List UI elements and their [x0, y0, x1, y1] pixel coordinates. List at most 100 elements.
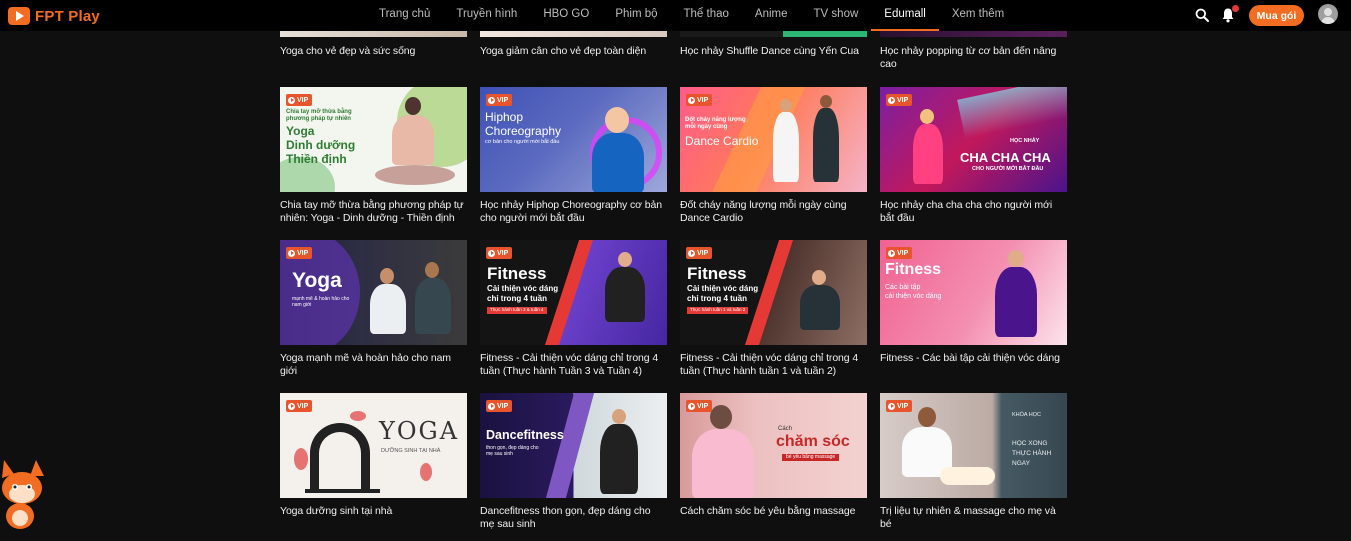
thumb-subtitle: HỌC NHẢY: [1010, 138, 1040, 144]
nav-item-xem-them[interactable]: Xem thêm: [939, 0, 1017, 31]
thumb-title: Fitness: [487, 264, 547, 283]
video-card[interactable]: Hiphop Choreography cơ bản cho người mới…: [480, 87, 667, 225]
video-title[interactable]: Yoga giảm cân cho vẻ đẹp toàn diện: [480, 45, 667, 58]
vip-badge: VIP: [686, 247, 713, 259]
nav-item-truyen-hinh[interactable]: Truyền hình: [443, 0, 530, 31]
thumb-subtitle: Chia tay mỡ thừa bằng phương pháp tự nhi…: [286, 109, 352, 122]
notification-dot: [1232, 5, 1239, 12]
video-thumbnail[interactable]: Chia tay mỡ thừa bằng phương pháp tự nhi…: [280, 87, 467, 192]
play-icon: [888, 249, 895, 257]
thumb-title: chăm sóc: [776, 433, 850, 450]
play-icon: [888, 402, 895, 410]
thumb-subtitle: CHO NGƯỜI MỚI BẮT ĐẦU: [972, 166, 1044, 172]
vip-badge: VIP: [286, 247, 313, 259]
video-title[interactable]: Học nhảy popping từ cơ bản đến nâng cao: [880, 45, 1067, 71]
video-title[interactable]: Yoga dưỡng sinh tại nhà: [280, 505, 467, 518]
thumb-title: Dancefitness: [486, 428, 564, 442]
video-card[interactable]: Fitness Cải thiện vóc dáng chỉ trong 4 t…: [480, 240, 667, 378]
thumb-title: YOGA: [379, 417, 460, 445]
thumb-subtitle: chỉ trong 4 tuần: [487, 294, 547, 303]
video-title[interactable]: Học nhảy cha cha cha cho người mới bắt đ…: [880, 199, 1067, 225]
main-nav: Trang chủ Truyền hình HBO GO Phim bộ Thể…: [366, 0, 1017, 31]
video-title[interactable]: Học nhảy Shuffle Dance cùng Yến Cua: [680, 45, 867, 58]
video-title[interactable]: Đốt cháy năng lượng mỗi ngày cùng Dance …: [680, 199, 867, 225]
video-card[interactable]: Fitness Các bài tập cải thiện vóc dáng V…: [880, 240, 1067, 365]
nav-item-edumall[interactable]: Edumall: [871, 0, 939, 31]
thumb-subtitle: mạnh mẽ & hoàn hảo cho nam giới: [292, 296, 350, 308]
video-card[interactable]: Dancefitness thon gọn, đẹp dáng cho mẹ s…: [480, 393, 667, 531]
play-icon: [488, 96, 495, 104]
nav-item-hbo-go[interactable]: HBO GO: [530, 0, 602, 31]
video-card[interactable]: KHÓA HỌC HỌC XONG THỰC HÀNH NGAY VIP Trị…: [880, 393, 1067, 531]
nav-item-tv-show[interactable]: TV show: [801, 0, 872, 31]
video-card[interactable]: Cách chăm sóc bé yêu bằng massage VIP Cá…: [680, 393, 867, 518]
thumb-subtitle: thon gọn, đẹp dáng cho mẹ sau sinh: [486, 445, 539, 457]
video-card[interactable]: YOGA DƯỠNG SINH TẠI NHÀ VIP Yoga dưỡng s…: [280, 393, 467, 518]
video-thumbnail[interactable]: YOGA DƯỠNG SINH TẠI NHÀ VIP: [280, 393, 467, 498]
thumb-tag: bé yêu bằng massage: [782, 454, 840, 461]
video-title[interactable]: Chia tay mỡ thừa bằng phương pháp tự nhi…: [280, 199, 467, 225]
thumb-title: Dance Cardio: [685, 134, 759, 148]
video-title[interactable]: Yoga mạnh mẽ và hoàn hảo cho nam giới: [280, 352, 467, 378]
thumb-subtitle: KHÓA HỌC: [1012, 412, 1042, 418]
video-card[interactable]: Yoga mạnh mẽ & hoàn hảo cho nam giới VIP…: [280, 240, 467, 378]
video-title[interactable]: Trị liệu tự nhiên & massage cho mẹ và bé: [880, 505, 1067, 531]
video-card[interactable]: HỌC NHẢY CHA CHA CHA CHO NGƯỜI MỚI BẮT Đ…: [880, 87, 1067, 225]
video-card[interactable]: Học nhảy popping từ cơ bản đến nâng cao: [880, 24, 1067, 71]
video-title[interactable]: Yoga cho vẻ đẹp và sức sống: [280, 45, 467, 58]
play-logo-icon: [8, 7, 30, 25]
user-avatar[interactable]: [1318, 4, 1338, 24]
fpt-play-logo[interactable]: FPT Play: [8, 6, 100, 26]
video-title[interactable]: Dancefitness thon gọn, đẹp dáng cho mẹ s…: [480, 505, 667, 531]
video-card[interactable]: Fitness Cải thiện vóc dáng chỉ trong 4 t…: [680, 240, 867, 378]
nav-item-anime[interactable]: Anime: [742, 0, 801, 31]
video-thumbnail[interactable]: Fitness Cải thiện vóc dáng chỉ trong 4 t…: [480, 240, 667, 345]
thumb-subtitle: cải thiện vóc dáng: [885, 293, 942, 300]
video-thumbnail[interactable]: KHÓA HỌC HỌC XONG THỰC HÀNH NGAY VIP: [880, 393, 1067, 498]
video-thumbnail[interactable]: Hiphop Choreography cơ bản cho người mới…: [480, 87, 667, 192]
video-card[interactable]: Đốt cháy năng lượng mỗi ngày cùng Dance …: [680, 87, 867, 225]
nav-item-phim-bo[interactable]: Phim bộ: [602, 0, 670, 31]
video-card[interactable]: Chia tay mỡ thừa bằng phương pháp tự nhi…: [280, 87, 467, 225]
video-title[interactable]: Fitness - Các bài tập cải thiện vóc dáng: [880, 352, 1067, 365]
video-thumbnail[interactable]: Dancefitness thon gọn, đẹp dáng cho mẹ s…: [480, 393, 667, 498]
thumb-subtitle: cơ bản cho người mới bắt đầu: [485, 139, 560, 145]
video-thumbnail[interactable]: Cách chăm sóc bé yêu bằng massage VIP: [680, 393, 867, 498]
video-thumbnail[interactable]: Fitness Các bài tập cải thiện vóc dáng V…: [880, 240, 1067, 345]
top-header: FPT Play Trang chủ Truyền hình HBO GO Ph…: [0, 0, 1351, 31]
thumb-subtitle: THỰC HÀNH: [1012, 450, 1052, 457]
play-icon: [288, 249, 295, 257]
thumb-title: Hiphop: [485, 110, 524, 124]
thumb-title: CHA CHA CHA: [960, 150, 1051, 165]
thumb-subtitle: NGAY: [1012, 460, 1030, 467]
play-icon: [888, 96, 895, 104]
video-title[interactable]: Fitness - Cải thiện vóc dáng chỉ trong 4…: [680, 352, 867, 378]
video-title[interactable]: Học nhảy Hiphop Choreography cơ bản cho …: [480, 199, 667, 225]
video-title[interactable]: Cách chăm sóc bé yêu bằng massage: [680, 505, 867, 518]
vip-badge: VIP: [886, 94, 913, 106]
thumb-subtitle: chỉ trong 4 tuần: [687, 294, 747, 303]
thumb-subtitle: Cách: [778, 426, 793, 432]
vip-badge: VIP: [486, 94, 513, 106]
play-icon: [688, 402, 695, 410]
nav-item-the-thao[interactable]: Thể thao: [671, 0, 742, 31]
video-thumbnail[interactable]: Yoga mạnh mẽ & hoàn hảo cho nam giới VIP: [280, 240, 467, 345]
thumb-title: Dinh dưỡng: [286, 138, 356, 152]
thumb-subtitle: Các bài tập: [885, 284, 921, 291]
buy-package-button[interactable]: Mua gói: [1249, 5, 1304, 26]
video-title[interactable]: Fitness - Cải thiện vóc dáng chỉ trong 4…: [480, 352, 667, 378]
nav-item-trang-chu[interactable]: Trang chủ: [366, 0, 443, 31]
play-icon: [288, 96, 295, 104]
video-thumbnail[interactable]: HỌC NHẢY CHA CHA CHA CHO NGƯỜI MỚI BẮT Đ…: [880, 87, 1067, 192]
thumb-subtitle: Đốt cháy năng lượng mỗi ngày cùng: [685, 117, 746, 130]
vip-badge: VIP: [486, 247, 513, 259]
thumb-title: Thiền định: [286, 152, 347, 166]
video-thumbnail[interactable]: Đốt cháy năng lượng mỗi ngày cùng Dance …: [680, 87, 867, 192]
vip-badge: VIP: [486, 400, 513, 412]
fox-mascot-icon[interactable]: [0, 454, 46, 530]
search-icon[interactable]: [1195, 8, 1209, 22]
video-thumbnail[interactable]: Fitness Cải thiện vóc dáng chỉ trong 4 t…: [680, 240, 867, 345]
thumb-tag: Thực hành tuần 1 và tuần 2: [687, 307, 749, 314]
vip-badge: VIP: [286, 94, 313, 106]
play-icon: [688, 96, 695, 104]
